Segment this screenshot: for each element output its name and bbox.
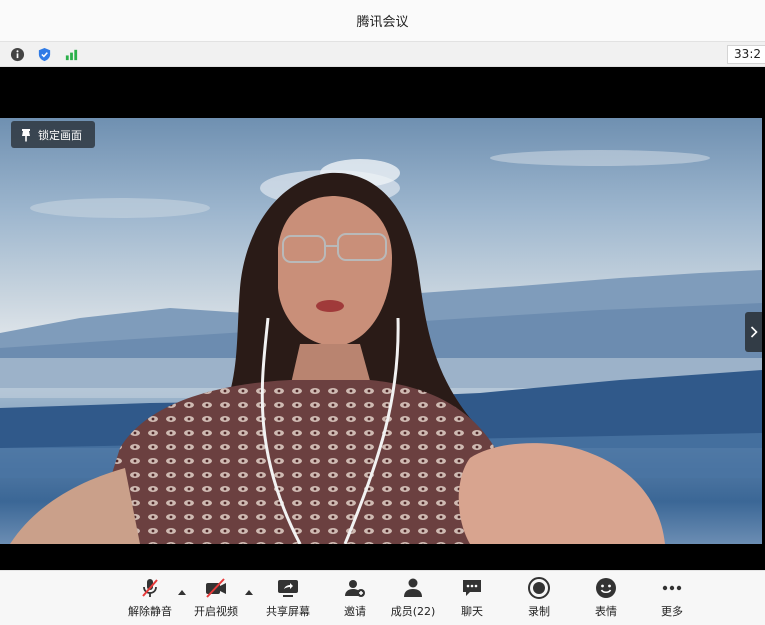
smiley-icon bbox=[596, 578, 616, 598]
chat-label: 聊天 bbox=[461, 605, 483, 618]
title-bar: 腾讯会议 bbox=[0, 0, 765, 41]
more-dots-icon bbox=[662, 585, 682, 591]
start-video-button[interactable]: 开启视频 bbox=[186, 576, 246, 622]
info-icon[interactable] bbox=[10, 47, 25, 62]
lock-view-button[interactable]: 锁定画面 bbox=[11, 121, 95, 148]
chat-icon bbox=[463, 580, 481, 596]
members-label: 成员(22) bbox=[390, 605, 436, 618]
emoji-button[interactable]: 表情 bbox=[576, 576, 636, 622]
status-bar: 33:2 bbox=[0, 41, 765, 67]
signal-icon[interactable] bbox=[64, 47, 79, 62]
emoji-label: 表情 bbox=[595, 605, 617, 618]
video-options-caret-icon[interactable] bbox=[244, 588, 254, 596]
members-icon bbox=[404, 578, 422, 597]
invite-button[interactable]: 邀请 bbox=[325, 576, 385, 622]
invite-label: 邀请 bbox=[344, 605, 366, 618]
add-user-icon bbox=[345, 580, 365, 597]
pin-icon bbox=[22, 128, 30, 141]
next-page-button[interactable] bbox=[745, 312, 762, 352]
unmute-label: 解除静音 bbox=[128, 605, 172, 618]
chevron-right-icon bbox=[750, 326, 758, 338]
chat-button[interactable]: 聊天 bbox=[442, 576, 502, 622]
share-screen-button[interactable]: 共享屏幕 bbox=[258, 576, 318, 622]
window-title: 腾讯会议 bbox=[356, 15, 409, 30]
camera-off-icon bbox=[206, 578, 226, 598]
members-button[interactable]: 成员(22) bbox=[383, 576, 443, 622]
more-button[interactable]: 更多 bbox=[642, 576, 702, 622]
more-label: 更多 bbox=[661, 605, 683, 618]
share-screen-label: 共享屏幕 bbox=[266, 605, 310, 618]
shield-icon[interactable] bbox=[37, 47, 52, 62]
lock-view-label: 锁定画面 bbox=[38, 128, 82, 142]
video-frame bbox=[0, 150, 762, 544]
share-screen-icon bbox=[278, 580, 298, 597]
start-video-label: 开启视频 bbox=[194, 605, 238, 618]
record-button[interactable]: 录制 bbox=[509, 576, 569, 622]
mic-muted-icon bbox=[142, 579, 158, 597]
unmute-button[interactable]: 解除静音 bbox=[120, 576, 180, 622]
record-icon bbox=[528, 577, 550, 599]
meeting-timer: 33:2 bbox=[727, 45, 765, 64]
record-label: 录制 bbox=[528, 605, 550, 618]
participant-video[interactable] bbox=[0, 118, 762, 544]
